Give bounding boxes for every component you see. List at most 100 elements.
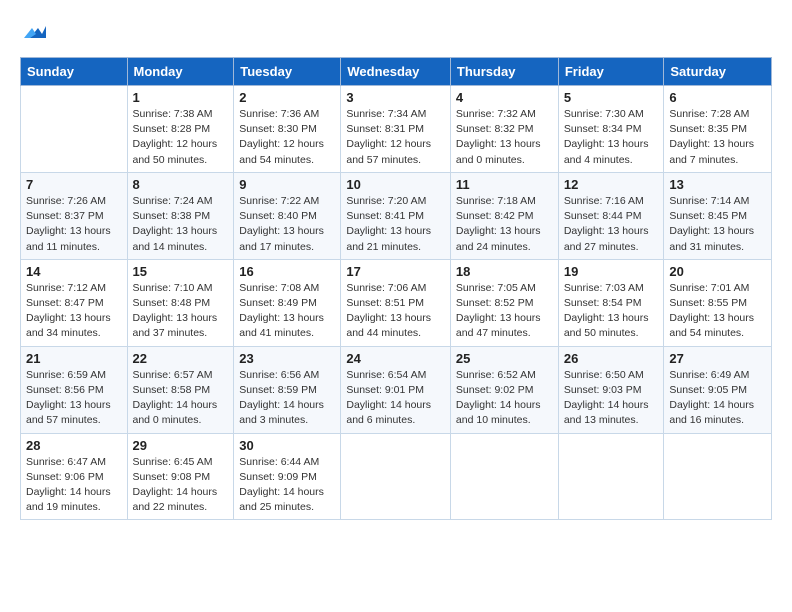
day-cell: 5 Sunrise: 7:30 AMSunset: 8:34 PMDaylight… bbox=[558, 86, 664, 173]
day-number: 14 bbox=[26, 264, 122, 279]
day-cell: 19 Sunrise: 7:03 AMSunset: 8:54 PMDayligh… bbox=[558, 259, 664, 346]
day-number: 5 bbox=[564, 90, 659, 105]
day-cell: 21Sunrise: 6:59 AMSunset: 8:56 PMDayligh… bbox=[21, 346, 128, 433]
day-info: Sunrise: 7:05 AMSunset: 8:52 PMDaylight:… bbox=[456, 281, 553, 342]
day-cell: 2 Sunrise: 7:36 AMSunset: 8:30 PMDaylight… bbox=[234, 86, 341, 173]
day-number: 22 bbox=[133, 351, 229, 366]
day-number: 25 bbox=[456, 351, 553, 366]
week-row-4: 21Sunrise: 6:59 AMSunset: 8:56 PMDayligh… bbox=[21, 346, 772, 433]
day-info: Sunrise: 7:34 AMSunset: 8:31 PMDaylight:… bbox=[346, 107, 445, 168]
day-info: Sunrise: 7:14 AMSunset: 8:45 PMDaylight:… bbox=[669, 194, 766, 255]
day-info: Sunrise: 7:08 AMSunset: 8:49 PMDaylight:… bbox=[239, 281, 335, 342]
weekday-saturday: Saturday bbox=[664, 58, 772, 86]
day-info: Sunrise: 7:26 AMSunset: 8:37 PMDaylight:… bbox=[26, 194, 122, 255]
day-info: Sunrise: 7:28 AMSunset: 8:35 PMDaylight:… bbox=[669, 107, 766, 168]
day-info: Sunrise: 7:18 AMSunset: 8:42 PMDaylight:… bbox=[456, 194, 553, 255]
day-info: Sunrise: 7:36 AMSunset: 8:30 PMDaylight:… bbox=[239, 107, 335, 168]
weekday-wednesday: Wednesday bbox=[341, 58, 451, 86]
day-cell: 14 Sunrise: 7:12 AMSunset: 8:47 PMDayligh… bbox=[21, 259, 128, 346]
day-info: Sunrise: 7:24 AMSunset: 8:38 PMDaylight:… bbox=[133, 194, 229, 255]
day-cell: 23 Sunrise: 6:56 AMSunset: 8:59 PMDayligh… bbox=[234, 346, 341, 433]
weekday-sunday: Sunday bbox=[21, 58, 128, 86]
day-number: 1 bbox=[133, 90, 229, 105]
day-cell: 25 Sunrise: 6:52 AMSunset: 9:02 PMDayligh… bbox=[450, 346, 558, 433]
day-number: 17 bbox=[346, 264, 445, 279]
day-number: 13 bbox=[669, 177, 766, 192]
day-info: Sunrise: 7:16 AMSunset: 8:44 PMDaylight:… bbox=[564, 194, 659, 255]
day-cell: 27 Sunrise: 6:49 AMSunset: 9:05 PMDayligh… bbox=[664, 346, 772, 433]
weekday-tuesday: Tuesday bbox=[234, 58, 341, 86]
day-cell: 15Sunrise: 7:10 AMSunset: 8:48 PMDayligh… bbox=[127, 259, 234, 346]
page: SundayMondayTuesdayWednesdayThursdayFrid… bbox=[0, 0, 792, 538]
day-cell: 18 Sunrise: 7:05 AMSunset: 8:52 PMDayligh… bbox=[450, 259, 558, 346]
day-cell: 4 Sunrise: 7:32 AMSunset: 8:32 PMDaylight… bbox=[450, 86, 558, 173]
day-number: 9 bbox=[239, 177, 335, 192]
day-info: Sunrise: 7:10 AMSunset: 8:48 PMDaylight:… bbox=[133, 281, 229, 342]
week-row-5: 28 Sunrise: 6:47 AMSunset: 9:06 PMDayligh… bbox=[21, 433, 772, 520]
day-number: 2 bbox=[239, 90, 335, 105]
day-cell bbox=[450, 433, 558, 520]
week-row-2: 7 Sunrise: 7:26 AMSunset: 8:37 PMDaylight… bbox=[21, 172, 772, 259]
calendar-table: SundayMondayTuesdayWednesdayThursdayFrid… bbox=[20, 57, 772, 520]
day-cell: 16 Sunrise: 7:08 AMSunset: 8:49 PMDayligh… bbox=[234, 259, 341, 346]
day-number: 28 bbox=[26, 438, 122, 453]
day-number: 3 bbox=[346, 90, 445, 105]
day-cell: 6 Sunrise: 7:28 AMSunset: 8:35 PMDaylight… bbox=[664, 86, 772, 173]
header bbox=[20, 18, 772, 47]
day-info: Sunrise: 6:45 AMSunset: 9:08 PMDaylight:… bbox=[133, 455, 229, 516]
day-cell: 20 Sunrise: 7:01 AMSunset: 8:55 PMDayligh… bbox=[664, 259, 772, 346]
logo-icon bbox=[24, 20, 46, 47]
day-number: 23 bbox=[239, 351, 335, 366]
day-number: 30 bbox=[239, 438, 335, 453]
day-info: Sunrise: 7:38 AMSunset: 8:28 PMDaylight:… bbox=[133, 107, 229, 168]
day-info: Sunrise: 7:12 AMSunset: 8:47 PMDaylight:… bbox=[26, 281, 122, 342]
day-cell: 9Sunrise: 7:22 AMSunset: 8:40 PMDaylight… bbox=[234, 172, 341, 259]
day-info: Sunrise: 6:44 AMSunset: 9:09 PMDaylight:… bbox=[239, 455, 335, 516]
day-cell bbox=[341, 433, 451, 520]
day-cell: 22Sunrise: 6:57 AMSunset: 8:58 PMDayligh… bbox=[127, 346, 234, 433]
day-number: 27 bbox=[669, 351, 766, 366]
day-info: Sunrise: 7:30 AMSunset: 8:34 PMDaylight:… bbox=[564, 107, 659, 168]
week-row-3: 14 Sunrise: 7:12 AMSunset: 8:47 PMDayligh… bbox=[21, 259, 772, 346]
day-cell bbox=[664, 433, 772, 520]
day-info: Sunrise: 6:50 AMSunset: 9:03 PMDaylight:… bbox=[564, 368, 659, 429]
day-number: 16 bbox=[239, 264, 335, 279]
day-info: Sunrise: 7:32 AMSunset: 8:32 PMDaylight:… bbox=[456, 107, 553, 168]
day-cell bbox=[21, 86, 128, 173]
day-cell: 24Sunrise: 6:54 AMSunset: 9:01 PMDayligh… bbox=[341, 346, 451, 433]
day-info: Sunrise: 6:56 AMSunset: 8:59 PMDaylight:… bbox=[239, 368, 335, 429]
day-info: Sunrise: 7:06 AMSunset: 8:51 PMDaylight:… bbox=[346, 281, 445, 342]
day-info: Sunrise: 6:52 AMSunset: 9:02 PMDaylight:… bbox=[456, 368, 553, 429]
day-number: 19 bbox=[564, 264, 659, 279]
day-number: 29 bbox=[133, 438, 229, 453]
day-info: Sunrise: 6:49 AMSunset: 9:05 PMDaylight:… bbox=[669, 368, 766, 429]
day-info: Sunrise: 6:54 AMSunset: 9:01 PMDaylight:… bbox=[346, 368, 445, 429]
day-cell: 17 Sunrise: 7:06 AMSunset: 8:51 PMDayligh… bbox=[341, 259, 451, 346]
day-number: 11 bbox=[456, 177, 553, 192]
day-cell: 8 Sunrise: 7:24 AMSunset: 8:38 PMDaylight… bbox=[127, 172, 234, 259]
day-number: 18 bbox=[456, 264, 553, 279]
day-number: 20 bbox=[669, 264, 766, 279]
day-number: 10 bbox=[346, 177, 445, 192]
day-number: 4 bbox=[456, 90, 553, 105]
day-info: Sunrise: 7:03 AMSunset: 8:54 PMDaylight:… bbox=[564, 281, 659, 342]
day-number: 7 bbox=[26, 177, 122, 192]
day-cell: 11 Sunrise: 7:18 AMSunset: 8:42 PMDayligh… bbox=[450, 172, 558, 259]
day-cell: 26Sunrise: 6:50 AMSunset: 9:03 PMDayligh… bbox=[558, 346, 664, 433]
day-info: Sunrise: 6:47 AMSunset: 9:06 PMDaylight:… bbox=[26, 455, 122, 516]
weekday-header-row: SundayMondayTuesdayWednesdayThursdayFrid… bbox=[21, 58, 772, 86]
day-cell: 7 Sunrise: 7:26 AMSunset: 8:37 PMDaylight… bbox=[21, 172, 128, 259]
week-row-1: 1 Sunrise: 7:38 AMSunset: 8:28 PMDaylight… bbox=[21, 86, 772, 173]
day-cell: 29 Sunrise: 6:45 AMSunset: 9:08 PMDayligh… bbox=[127, 433, 234, 520]
day-cell: 28 Sunrise: 6:47 AMSunset: 9:06 PMDayligh… bbox=[21, 433, 128, 520]
day-number: 8 bbox=[133, 177, 229, 192]
day-number: 6 bbox=[669, 90, 766, 105]
day-cell: 3 Sunrise: 7:34 AMSunset: 8:31 PMDaylight… bbox=[341, 86, 451, 173]
day-cell: 30 Sunrise: 6:44 AMSunset: 9:09 PMDayligh… bbox=[234, 433, 341, 520]
day-info: Sunrise: 7:01 AMSunset: 8:55 PMDaylight:… bbox=[669, 281, 766, 342]
day-number: 12 bbox=[564, 177, 659, 192]
day-number: 21 bbox=[26, 351, 122, 366]
day-cell bbox=[558, 433, 664, 520]
day-cell: 13 Sunrise: 7:14 AMSunset: 8:45 PMDayligh… bbox=[664, 172, 772, 259]
day-info: Sunrise: 7:20 AMSunset: 8:41 PMDaylight:… bbox=[346, 194, 445, 255]
